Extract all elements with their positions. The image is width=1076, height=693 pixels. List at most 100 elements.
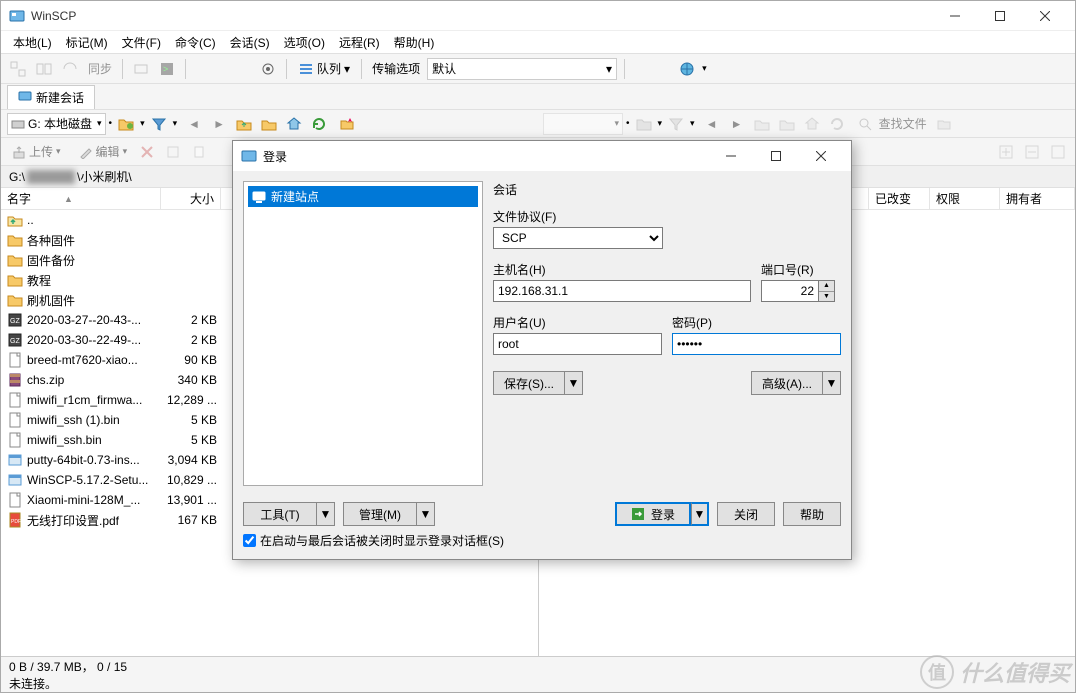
save-button[interactable]: 保存(S)... ▼	[493, 371, 583, 395]
menu-mark[interactable]: 标记(M)	[60, 32, 114, 53]
port-spin-up[interactable]: ▲	[819, 281, 834, 292]
col-owner-r[interactable]: 拥有者	[1000, 188, 1075, 209]
sync-label: 同步	[85, 60, 115, 77]
props-icon[interactable]	[162, 141, 184, 163]
settings-icon[interactable]	[257, 58, 279, 80]
chevron-down-icon[interactable]: ▼	[317, 502, 335, 526]
remote-drive-combo[interactable]: ▾	[543, 113, 623, 135]
manage-button[interactable]: 管理(M) ▼	[343, 502, 435, 526]
pass-input[interactable]	[672, 333, 841, 355]
plus-icon[interactable]	[995, 141, 1017, 163]
login-maximize-button[interactable]	[753, 142, 798, 171]
transfer-preset-combo[interactable]: 默认▾	[427, 58, 617, 80]
status-line1: 0 B / 39.7 MB， 0 / 15	[9, 658, 1067, 675]
file-name: 刷机固件	[27, 292, 163, 309]
show-on-startup-checkbox[interactable]: 在启动与最后会话被关闭时显示登录对话框(S)	[243, 532, 841, 549]
menu-session[interactable]: 会话(S)	[224, 32, 276, 53]
open-folder-icon[interactable]	[115, 113, 137, 135]
host-input[interactable]	[493, 280, 751, 302]
pass-label: 密码(P)	[672, 314, 841, 331]
new-session-tab[interactable]: 新建会话	[7, 85, 95, 109]
protocol-label: 文件协议(F)	[493, 208, 841, 225]
globe-icon[interactable]	[676, 58, 698, 80]
bookmark-icon[interactable]	[336, 113, 358, 135]
find-files-label: 查找文件	[879, 115, 927, 132]
port-input[interactable]	[761, 280, 819, 302]
exe-icon	[7, 472, 23, 488]
file-name: 各种固件	[27, 232, 163, 249]
back-icon[interactable]: ◄	[183, 113, 205, 135]
new-icon[interactable]	[188, 141, 210, 163]
minimize-button[interactable]	[932, 1, 977, 30]
help-button[interactable]: 帮助	[783, 502, 841, 526]
col-size[interactable]: 大小	[161, 188, 221, 209]
protocol-select[interactable]: SCP	[493, 227, 663, 249]
minus-icon[interactable]	[1021, 141, 1043, 163]
bin-icon	[7, 352, 23, 368]
edit-button[interactable]: 编辑▾	[74, 141, 133, 162]
menu-local[interactable]: 本地(L)	[7, 32, 58, 53]
login-close-button[interactable]	[798, 142, 843, 171]
new-site-item[interactable]: 新建站点	[248, 186, 478, 207]
file-size: 5 KB	[163, 433, 223, 447]
session-panel: 会话 文件协议(F) SCP 主机名(H) 端口号(R) ▲	[493, 181, 841, 486]
list-icon[interactable]	[1047, 141, 1069, 163]
col-rights-r[interactable]: 权限	[930, 188, 1000, 209]
sync-browse-icon[interactable]	[7, 58, 29, 80]
forward-icon[interactable]: ►	[208, 113, 230, 135]
chevron-down-icon[interactable]: ▼	[565, 371, 583, 395]
edit-icon	[79, 145, 93, 159]
col-changed-r[interactable]: 已改变	[869, 188, 930, 209]
remote-refresh-icon[interactable]	[826, 113, 848, 135]
user-input[interactable]	[493, 333, 662, 355]
menu-options[interactable]: 选项(O)	[278, 32, 331, 53]
port-spin-down[interactable]: ▼	[819, 292, 834, 302]
remote-back-icon[interactable]: ◄	[701, 113, 723, 135]
advanced-button[interactable]: 高级(A)... ▼	[751, 371, 841, 395]
remote-up-icon[interactable]	[751, 113, 773, 135]
show-on-startup-input[interactable]	[243, 534, 256, 547]
path-prefix: G:\	[9, 170, 25, 184]
close-button[interactable]	[1022, 1, 1067, 30]
upload-button[interactable]: 上传▾	[7, 141, 66, 162]
session-tab-label: 新建会话	[36, 89, 84, 106]
find-files-button[interactable]	[854, 113, 876, 135]
bin-icon	[7, 492, 23, 508]
remote-open-icon[interactable]	[633, 113, 655, 135]
console-icon[interactable]: >	[156, 58, 178, 80]
menu-remote[interactable]: 远程(R)	[333, 32, 386, 53]
tools-button[interactable]: 工具(T) ▼	[243, 502, 335, 526]
chevron-down-icon[interactable]: ▼	[823, 371, 841, 395]
maximize-button[interactable]	[977, 1, 1022, 30]
remote-bookmark-icon[interactable]	[933, 113, 955, 135]
file-size: 12,289 ...	[163, 393, 223, 407]
filter-icon[interactable]	[148, 113, 170, 135]
remote-home-icon[interactable]	[801, 113, 823, 135]
home-icon[interactable]	[283, 113, 305, 135]
remote-filter-icon[interactable]	[665, 113, 687, 135]
close-dialog-button[interactable]: 关闭	[717, 502, 775, 526]
delete-icon[interactable]	[136, 141, 158, 163]
remote-root-icon[interactable]	[776, 113, 798, 135]
menu-file[interactable]: 文件(F)	[116, 32, 167, 53]
chevron-down-icon[interactable]: ▼	[417, 502, 435, 526]
remote-forward-icon[interactable]: ►	[726, 113, 748, 135]
queue-dropdown[interactable]: 队列 ▾	[294, 60, 354, 77]
menu-help[interactable]: 帮助(H)	[388, 32, 441, 53]
file-name: miwifi_ssh (1).bin	[27, 413, 163, 427]
local-drive-combo[interactable]: G: 本地磁盘 ▾	[7, 113, 106, 135]
refresh-icon[interactable]	[308, 113, 330, 135]
chevron-down-icon[interactable]: ▼	[691, 502, 709, 526]
sync-icon[interactable]	[59, 58, 81, 80]
compare-icon[interactable]	[33, 58, 55, 80]
transfer-icon[interactable]	[130, 58, 152, 80]
login-minimize-button[interactable]	[708, 142, 753, 171]
col-name[interactable]: 名字 ▲	[1, 188, 161, 209]
up-folder-icon[interactable]	[233, 113, 255, 135]
sites-panel[interactable]: 新建站点	[243, 181, 483, 486]
login-button[interactable]: 登录 ▼	[615, 502, 709, 526]
root-folder-icon[interactable]	[258, 113, 280, 135]
folder-icon	[7, 232, 23, 248]
svg-text:>: >	[163, 64, 168, 74]
menu-command[interactable]: 命令(C)	[169, 32, 222, 53]
